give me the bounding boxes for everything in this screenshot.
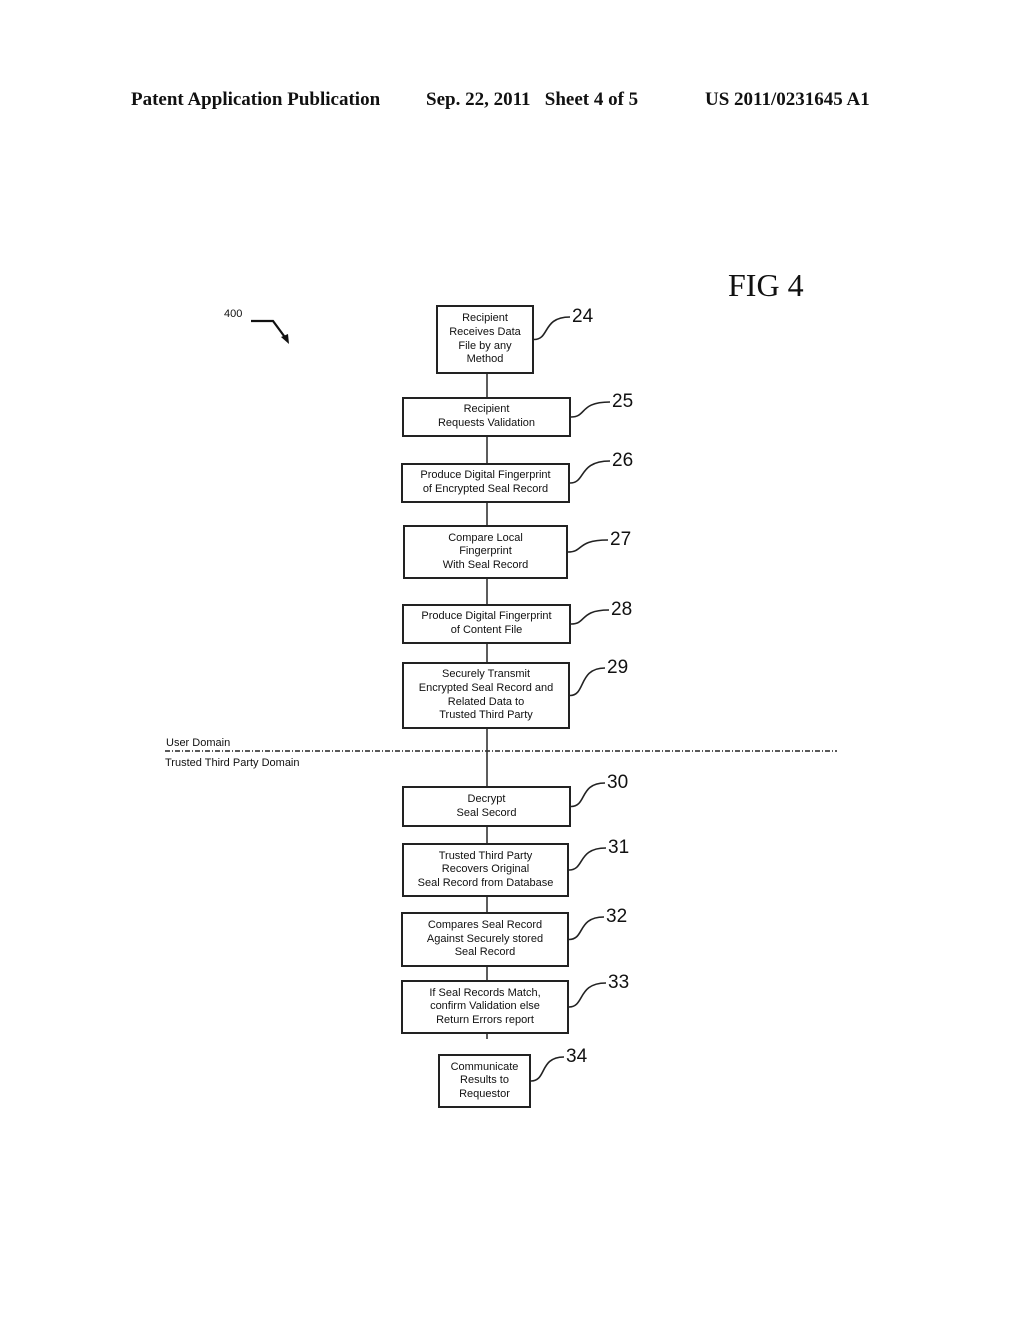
step-box-29: Securely Transmit Encrypted Seal Record a…	[402, 662, 570, 729]
step-box-31: Trusted Third Party Recovers Original Seal…	[402, 843, 569, 897]
step-text-line: Results to	[460, 1074, 509, 1087]
step-text-line: of Encrypted Seal Record	[422, 483, 549, 495]
leader-line	[569, 460, 611, 484]
step-text-line: Method	[466, 353, 504, 366]
step-number-33: 33	[608, 972, 630, 993]
leader-line	[570, 782, 606, 808]
step-text-line: File by any	[458, 339, 512, 352]
step-box-27: Compare Local Fingerprint With Seal Record	[403, 525, 568, 579]
step-number-25: 25	[612, 391, 634, 412]
step-text-line: Compares Seal Record	[427, 919, 543, 932]
step-number-27: 27	[610, 529, 632, 550]
step-text-line: Securely Transmit	[441, 668, 531, 681]
step-text-line: Encrypted Seal Record and	[418, 681, 554, 694]
leader-line	[533, 316, 571, 341]
step-text-line: Produce Digital Fingerprint	[420, 469, 551, 482]
step-text-line: Trusted Third Party	[438, 849, 533, 862]
step-box-30: Decrypt Seal Secord	[402, 786, 571, 827]
step-box-25: Recipient Requests Validation	[402, 397, 571, 437]
step-text-line: Recipient	[463, 403, 510, 416]
leader-line	[567, 539, 609, 553]
step-text-line: If Seal Records Match,	[429, 986, 541, 999]
step-text-line: Requests Validation	[437, 417, 536, 429]
step-text-line: Against Securely stored	[426, 932, 544, 945]
step-text-line: Trusted Third Party	[439, 709, 533, 722]
leader-line	[570, 401, 611, 418]
step-number-28: 28	[611, 599, 633, 620]
step-text-line: Seal Record	[454, 946, 516, 959]
flowchart-connectors	[165, 316, 837, 1082]
step-text-line: Related Data to	[447, 695, 525, 708]
step-box-33: If Seal Records Match, confirm Validation…	[401, 980, 569, 1034]
step-text-line: of Content File	[450, 624, 523, 636]
leader-line	[568, 847, 607, 871]
step-number-24: 24	[572, 306, 594, 327]
step-text-line: Seal Secord	[456, 806, 517, 819]
step-number-34: 34	[566, 1046, 588, 1067]
leader-line	[568, 916, 605, 941]
step-text-line: Receives Data	[449, 325, 521, 338]
step-text-line: Return Errors report	[436, 1013, 534, 1026]
step-text-line: Requestor	[459, 1087, 510, 1100]
step-box-26: Produce Digital Fingerprint of Encrypted …	[401, 463, 570, 503]
step-text-line: Decrypt	[467, 792, 506, 805]
trusted-third-party-domain-label: Trusted Third Party Domain	[165, 757, 300, 769]
step-text-line: Communicate	[450, 1060, 519, 1073]
step-text-line: confirm Validation else	[430, 1000, 540, 1013]
step-text-line: Recovers Original	[441, 863, 530, 876]
step-number-26: 26	[612, 450, 634, 471]
step-text-line: Produce Digital Fingerprint	[421, 610, 552, 623]
leader-line	[530, 1056, 565, 1082]
step-box-34: Communicate Results to Requestor	[438, 1054, 531, 1108]
step-box-24: Recipient Receives Data File by any Method	[436, 305, 534, 374]
step-text-line: Compare Local	[448, 531, 523, 544]
reference-arrow-icon	[251, 319, 289, 344]
leader-line	[570, 609, 610, 625]
step-number-32: 32	[606, 906, 628, 927]
step-number-29: 29	[607, 657, 629, 678]
step-text-line: Seal Record from Database	[417, 876, 554, 889]
leader-line	[569, 667, 606, 697]
user-domain-label: User Domain	[166, 737, 231, 749]
step-number-30: 30	[607, 772, 629, 793]
step-text-line: With Seal Record	[442, 558, 529, 571]
leader-line	[568, 982, 607, 1008]
step-text-line: Recipient	[462, 312, 508, 325]
step-box-32: Compares Seal Record Against Securely sto…	[401, 912, 569, 967]
step-box-28: Produce Digital Fingerprint of Content Fi…	[402, 604, 571, 644]
step-text-line: Fingerprint	[459, 545, 512, 558]
step-number-31: 31	[608, 837, 630, 858]
